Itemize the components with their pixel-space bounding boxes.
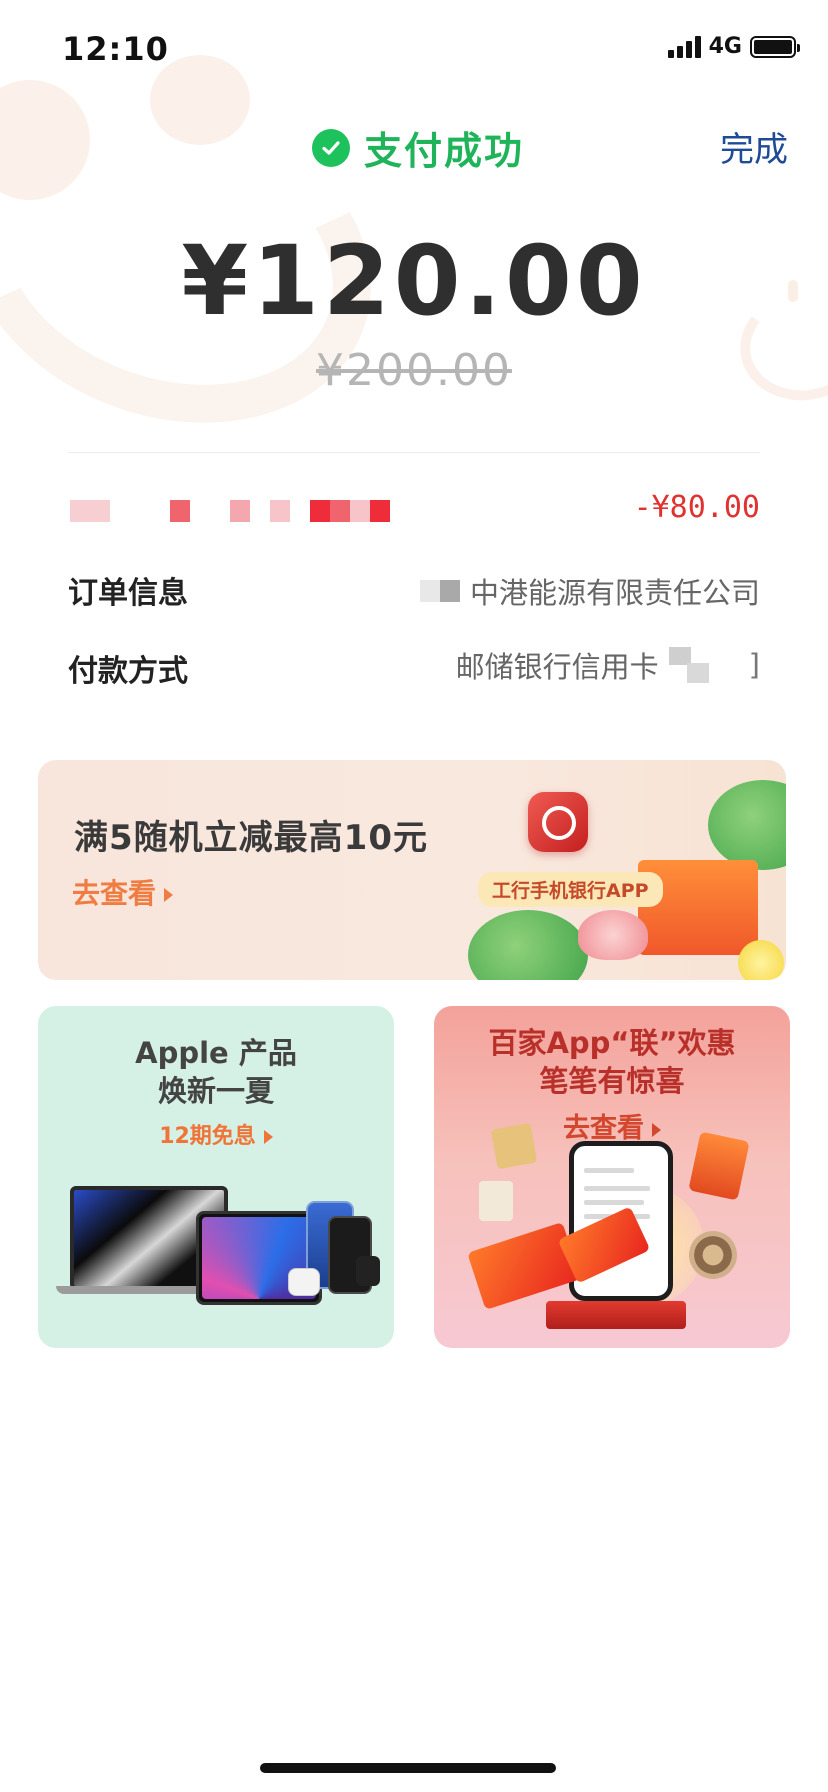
lotus-leaf-illustration	[468, 910, 588, 980]
original-amount: ¥200.00	[316, 345, 512, 396]
lotus-leaf-illustration	[708, 780, 786, 870]
divider	[68, 452, 760, 453]
redacted-text	[419, 580, 460, 602]
payment-status: 支付成功	[312, 120, 524, 175]
discount-amount: -¥80.00	[633, 490, 760, 525]
lemon-illustration	[738, 940, 784, 980]
apple-card-title: Apple 产品	[135, 1036, 297, 1070]
promo-banner[interactable]: 满5随机立减最高10元 去查看 工行手机银行APP	[38, 760, 786, 980]
order-info-label: 订单信息	[68, 576, 188, 611]
status-time: 12:10	[62, 30, 169, 68]
paid-amount: ¥120.00	[181, 225, 647, 337]
apple-card-link[interactable]: 12期免息	[38, 1118, 394, 1150]
apple-promo-card[interactable]: Apple 产品 焕新一夏 12期免息	[38, 1006, 394, 1348]
payment-method-value: 邮储银行信用卡 ]	[456, 644, 760, 686]
banner-title: 满5随机立减最高10元	[74, 818, 428, 858]
shopping-bag-illustration	[490, 1122, 538, 1170]
payment-status-text: 支付成功	[364, 129, 525, 173]
icbc-app-badge: 工行手机银行APP	[478, 872, 663, 907]
redacted-discount-label	[70, 500, 400, 522]
card-suffix: ]	[748, 648, 760, 682]
lotus-flower-illustration	[578, 910, 648, 960]
status-indicators: 4G	[667, 34, 800, 59]
order-info-value: 中港能源有限责任公司	[419, 570, 760, 612]
redacted-card-number	[668, 647, 709, 683]
pedestal-illustration	[546, 1301, 686, 1329]
signal-icon	[667, 35, 701, 58]
merchant-name: 中港能源有限责任公司	[469, 576, 760, 610]
airpods-illustration	[288, 1268, 320, 1296]
banner-link-label: 去查看	[72, 877, 157, 910]
triangle-right-icon	[652, 1122, 661, 1137]
battery-icon	[750, 35, 800, 58]
apple-card-subtitle: 焕新一夏	[157, 1074, 274, 1108]
baijia-card-title: 百家App“联”欢惠	[488, 1026, 736, 1060]
apple-watch-illustration	[356, 1256, 380, 1286]
network-type: 4G	[708, 34, 742, 59]
triangle-right-icon	[164, 888, 174, 902]
done-button[interactable]: 完成	[720, 122, 788, 171]
credit-card-illustration	[467, 1222, 581, 1310]
banner-link[interactable]: 去查看	[72, 872, 174, 912]
baijia-promo-card[interactable]: 百家App“联”欢惠 笔笔有惊喜 去查看	[434, 1006, 790, 1348]
home-indicator[interactable]	[260, 1763, 556, 1773]
baijia-card-subtitle: 笔笔有惊喜	[539, 1064, 685, 1098]
payment-method-label: 付款方式	[68, 654, 188, 689]
card-name: 邮储银行信用卡	[455, 650, 659, 684]
apple-card-link-label: 12期免息	[159, 1124, 256, 1149]
suitcase-illustration	[688, 1131, 750, 1201]
baijia-card-link-label: 去查看	[563, 1113, 644, 1144]
icbc-logo-icon	[528, 792, 588, 852]
triangle-right-icon	[263, 1130, 273, 1144]
drink-illustration	[479, 1181, 513, 1221]
checkmark-icon	[312, 128, 350, 167]
film-reel-illustration	[689, 1231, 737, 1279]
